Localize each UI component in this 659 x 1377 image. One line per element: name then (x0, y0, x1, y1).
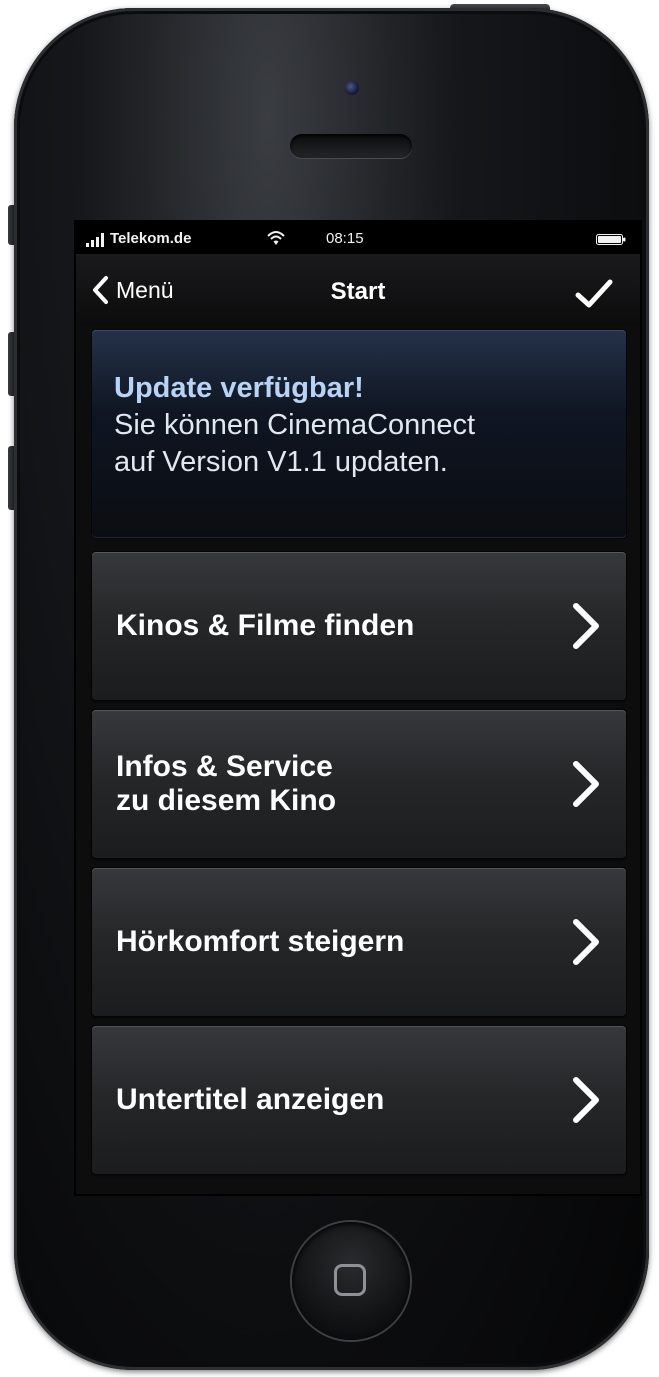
menu-item-label: Hörkomfort steigern (116, 925, 405, 958)
signal-icon (86, 233, 104, 247)
menu-item-kinos-filme[interactable]: Kinos & Filme finden (92, 552, 626, 700)
device-mockup: Telekom.de 08:15 Menü Start Update verfü… (0, 0, 659, 1377)
update-line-1: Sie können CinemaConnect (114, 409, 476, 441)
chevron-right-icon (573, 919, 599, 965)
status-bar: Telekom.de 08:15 (76, 222, 640, 254)
home-button[interactable] (292, 1222, 410, 1340)
chevron-right-icon (573, 603, 599, 649)
chevron-right-icon (573, 761, 599, 807)
chevron-left-icon (93, 276, 108, 304)
front-camera (345, 81, 359, 95)
menu-item-label: Infos & Service zu diesem Kino (116, 750, 337, 817)
menu-item-label: Untertitel anzeigen (116, 1083, 385, 1116)
home-square-icon (334, 1264, 366, 1296)
update-title: Update verfügbar! (114, 372, 364, 404)
menu-item-hoerkomfort[interactable]: Hörkomfort steigern (92, 868, 626, 1016)
carrier-name: Telekom.de (110, 230, 192, 247)
wifi-icon (267, 231, 285, 245)
back-button[interactable]: Menü (90, 270, 174, 310)
chevron-right-icon (573, 1077, 599, 1123)
menu-item-label: Kinos & Filme finden (116, 609, 415, 642)
navigation-bar: Menü Start (76, 254, 640, 326)
checkmark-icon[interactable] (570, 270, 618, 318)
app-screen: Telekom.de 08:15 Menü Start Update verfü… (76, 222, 640, 1194)
phone-body: Telekom.de 08:15 Menü Start Update verfü… (14, 8, 649, 1370)
earpiece-speaker (290, 134, 412, 158)
update-message: Update verfügbar! Sie können CinemaConne… (114, 370, 614, 481)
battery-icon (596, 234, 626, 245)
back-label: Menü (116, 276, 174, 303)
update-notice[interactable]: Update verfügbar! Sie können CinemaConne… (92, 330, 626, 538)
update-line-2: auf Version V1.1 updaten. (114, 446, 448, 478)
main-menu: Kinos & Filme finden Infos & Service zu … (92, 552, 626, 1184)
menu-item-untertitel[interactable]: Untertitel anzeigen (92, 1026, 626, 1174)
status-time: 08:15 (326, 230, 364, 247)
menu-item-infos-service[interactable]: Infos & Service zu diesem Kino (92, 710, 626, 858)
